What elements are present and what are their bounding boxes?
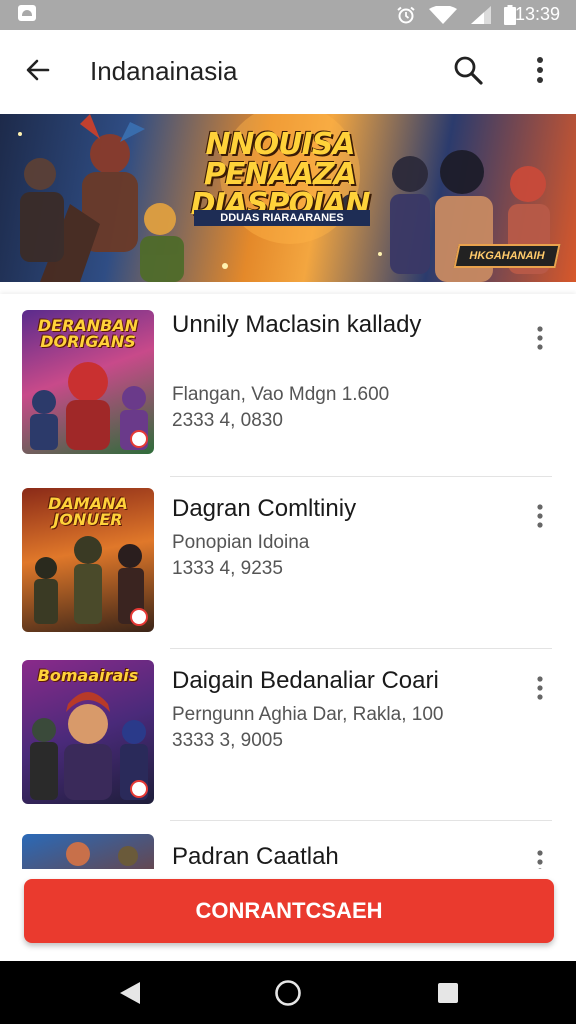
thumbnail-title: Bomaairais <box>37 666 139 685</box>
item-thumbnail: DERANBAN DORIGANS <box>22 310 154 454</box>
banner-badge: HKGAHANAIH <box>453 244 561 268</box>
item-more-button[interactable] <box>522 844 558 869</box>
list-item[interactable]: Bomaairais Daigain Bedanaliar Coari Pern… <box>0 660 576 832</box>
promo-banner[interactable]: NNOUISA PENAAZA DJASPOIAN DDUAS RIARAARA… <box>0 114 576 282</box>
search-icon <box>454 56 483 85</box>
signal-icon <box>471 6 491 24</box>
status-icons <box>396 5 516 25</box>
divider <box>170 476 552 477</box>
item-title: Dagran Comltiniy <box>172 495 357 522</box>
cta-area: CONRANTCSAEH <box>0 869 576 961</box>
item-meta-secondary: 3333 3, 9005 <box>172 730 283 751</box>
item-title: Unnily Maclasin kallady <box>172 311 422 338</box>
more-vert-icon <box>537 676 543 700</box>
more-vert-icon <box>537 57 543 83</box>
list-item[interactable]: DAMANA JONUER Dagran Comltiniy Ponopian … <box>0 488 576 660</box>
nav-recents-button[interactable] <box>431 976 465 1010</box>
divider <box>170 648 552 649</box>
page-title: Indanainasia <box>90 56 238 86</box>
back-arrow-icon <box>26 59 50 81</box>
wifi-icon <box>429 6 457 24</box>
badge-icon <box>130 608 148 626</box>
item-title: Daigain Bedanaliar Coari <box>172 667 439 694</box>
thumbnail-title: DERANBAN DORIGANS <box>37 316 139 351</box>
recents-square-icon <box>438 983 458 1003</box>
status-bar: 13:39 <box>0 0 576 30</box>
status-time: 13:39 <box>514 4 560 24</box>
overflow-menu-button[interactable] <box>520 50 560 90</box>
item-more-button[interactable] <box>522 320 558 356</box>
item-more-button[interactable] <box>522 498 558 534</box>
game-list: DERANBAN DORIGANS Unnily Maclasin kallad… <box>0 294 576 869</box>
app-bar: Indanainasia <box>0 30 576 114</box>
home-circle-icon <box>275 980 301 1006</box>
more-vert-icon <box>537 850 543 869</box>
thumbnail-title: DAMANA JONUER <box>48 494 128 529</box>
back-button[interactable] <box>18 50 58 90</box>
item-thumbnail: Bomaairais <box>22 660 154 804</box>
item-meta: Ponopian Idoina <box>172 532 310 553</box>
banner-title: NNOUISA PENAAZA DJASPOIAN <box>190 127 371 222</box>
nav-back-button[interactable] <box>113 976 147 1010</box>
item-meta: Flangan, Vao Mdgn 1.600 <box>172 384 390 405</box>
notification-icon <box>18 5 36 21</box>
item-thumbnail <box>22 834 154 869</box>
more-vert-icon <box>537 326 543 350</box>
badge-icon <box>130 430 148 448</box>
list-item[interactable]: Padran Caatlah <box>0 834 576 869</box>
item-meta: Perngunn Aghia Dar, Rakla, 100 <box>172 704 444 725</box>
search-button[interactable] <box>448 50 488 90</box>
item-thumbnail: DAMANA JONUER <box>22 488 154 632</box>
system-nav-bar <box>0 961 576 1024</box>
back-triangle-icon <box>120 982 140 1004</box>
divider <box>170 820 552 821</box>
banner-subtitle: DDUAS RIARAARANES <box>194 210 370 226</box>
badge-icon <box>130 780 148 798</box>
item-meta-secondary: 2333 4, 0830 <box>172 410 283 431</box>
alarm-icon <box>397 6 415 24</box>
more-vert-icon <box>537 504 543 528</box>
item-meta-secondary: 1333 4, 9235 <box>172 558 283 579</box>
list-item[interactable]: DERANBAN DORIGANS Unnily Maclasin kallad… <box>0 310 576 482</box>
item-title: Padran Caatlah <box>172 843 339 870</box>
thumbnail-art <box>66 842 138 866</box>
nav-home-button[interactable] <box>271 976 305 1010</box>
primary-cta-button[interactable]: CONRANTCSAEH <box>24 879 554 943</box>
item-more-button[interactable] <box>522 670 558 706</box>
